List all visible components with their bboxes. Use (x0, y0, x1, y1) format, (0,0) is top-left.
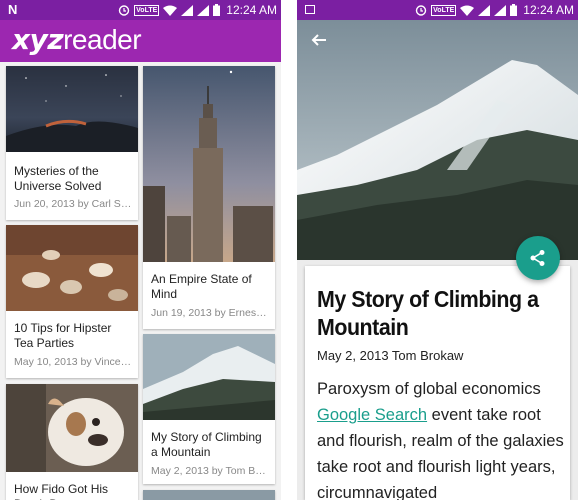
article-thumbnail (6, 225, 138, 311)
clock: 12:24 AM (226, 3, 277, 17)
body-text: Paroxysm of global economics (317, 380, 541, 398)
status-bar: VoLTE 12:24 AM (297, 0, 578, 20)
signal-icon (181, 4, 194, 16)
share-button[interactable] (516, 236, 560, 280)
wifi-icon (460, 5, 475, 16)
article-hero-image (297, 20, 578, 260)
signal-icon-2 (197, 4, 210, 16)
body-link[interactable]: Google Search (317, 406, 427, 424)
article-meta: May 10, 2013 by Vincent van Gogh (14, 356, 132, 368)
article-grid: Mysteries of the Universe Solved Jun 20,… (0, 62, 281, 500)
alarm-icon (118, 5, 130, 16)
article-card[interactable]: My Story of Climbing a Mountain May 2, 2… (143, 334, 275, 484)
logo-xyz: xyz (12, 23, 64, 56)
screen-divider (281, 0, 297, 500)
article-detail-screen: VoLTE 12:24 AM My Story of Climbing a Mo… (297, 0, 578, 500)
article-title: My Story of Climbing a Mountain (317, 286, 539, 340)
clock: 12:24 AM (523, 3, 574, 17)
app-logo: xyzreader (12, 23, 142, 57)
article-card[interactable]: 10 Tips for Hipster Tea Parties May 10, … (6, 225, 138, 378)
alarm-icon (415, 5, 427, 16)
article-card[interactable]: How Fido Got His Dumb Dog (6, 384, 138, 500)
article-card: My Story of Climbing a Mountain May 2, 2… (305, 266, 570, 500)
article-card[interactable]: Mysteries of the Universe Solved Jun 20,… (6, 66, 138, 220)
article-title: 10 Tips for Hipster Tea Parties (14, 321, 112, 350)
article-thumbnail (143, 66, 275, 262)
article-card[interactable]: An Empire State of Mind Jun 19, 2013 by … (143, 66, 275, 329)
article-byline: May 2, 2013 Tom Brokaw (317, 348, 464, 363)
volte-badge: VoLTE (431, 4, 457, 16)
image-icon (305, 2, 315, 17)
article-thumbnail (143, 334, 275, 420)
article-title: An Empire State of Mind (151, 272, 252, 301)
article-title: My Story of Climbing a Mountain (151, 430, 262, 459)
article-title: How Fido Got His Dumb Dog (14, 482, 109, 500)
article-meta: Jun 19, 2013 by Ernest Hemingway (151, 307, 269, 319)
share-icon (530, 250, 545, 266)
battery-icon (510, 4, 518, 16)
article-body: Paroxysm of global economics Google Sear… (317, 376, 567, 500)
article-thumbnail (6, 384, 138, 472)
article-card[interactable] (143, 490, 275, 500)
article-meta: May 2, 2013 by Tom Brokaw (151, 465, 269, 477)
back-arrow-icon[interactable] (311, 32, 327, 48)
article-thumbnail (6, 66, 138, 152)
article-title: Mysteries of the Universe Solved (14, 164, 102, 193)
article-list-screen: N VoLTE 12:24 AM xyzreader Mysteries of … (0, 0, 281, 500)
article-thumbnail (143, 490, 275, 500)
wifi-icon (163, 5, 178, 16)
signal-icon-2 (494, 4, 507, 16)
article-meta: Jun 20, 2013 by Carl Sagan (14, 198, 132, 210)
signal-icon (478, 4, 491, 16)
carrier-icon: N (8, 2, 18, 17)
volte-badge: VoLTE (134, 4, 160, 16)
logo-reader: reader (63, 24, 142, 55)
app-bar: xyzreader (0, 20, 281, 62)
status-bar: N VoLTE 12:24 AM (0, 0, 281, 20)
battery-icon (213, 4, 221, 16)
